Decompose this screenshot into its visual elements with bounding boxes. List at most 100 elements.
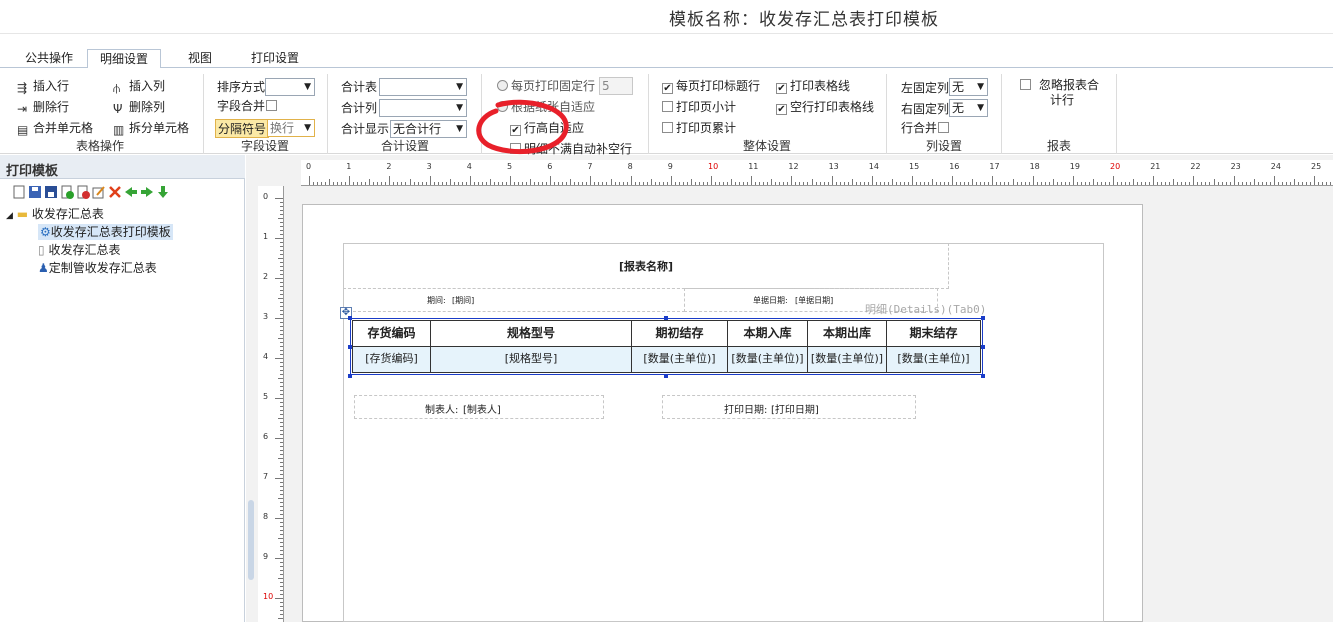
resize-handle[interactable] (348, 316, 352, 320)
edit-icon[interactable] (92, 185, 106, 199)
ruler-tick (570, 179, 572, 185)
delete-icon[interactable] (76, 185, 90, 199)
new-icon[interactable] (12, 185, 26, 199)
left-fixed-select[interactable]: 无 ▼ (949, 78, 988, 96)
insert-col-button[interactable]: ⫛ 插入列 (113, 78, 165, 94)
ruler-tick (469, 176, 471, 185)
insert-row-button[interactable]: ⇶ 插入行 (17, 78, 69, 94)
ruler-tick (1318, 182, 1320, 185)
separator-select[interactable]: 换行 ▼ (267, 119, 315, 137)
table-data-cell[interactable]: [数量(主单位)] (807, 346, 887, 373)
resize-handle[interactable] (981, 345, 985, 349)
ruler-tick (1241, 182, 1243, 185)
ruler-tick (275, 478, 283, 479)
ruler-tick (1297, 182, 1299, 185)
merge-cells-button[interactable]: ▤ 合并单元格 (17, 120, 93, 136)
close-icon[interactable] (108, 185, 122, 199)
ruler-tick (1020, 182, 1022, 185)
ruler-tick (654, 182, 656, 185)
sort-select[interactable]: ▼ (265, 78, 315, 96)
fixed-rows-radio[interactable]: 每页打印固定行 (497, 78, 595, 94)
ruler-tick (280, 370, 283, 371)
resize-handle[interactable] (981, 374, 985, 378)
tab-public-ops[interactable]: 公共操作 (18, 49, 80, 68)
ruler-tick (1036, 182, 1038, 185)
ruler-tick (280, 586, 283, 587)
delete-row-icon: ⇥ (17, 102, 28, 116)
table-data-cell[interactable]: [数量(主单位)] (886, 346, 981, 373)
collapse-icon: ◢ (6, 211, 13, 221)
title-each-page-checkbox[interactable]: ✔ 每页打印标题行 (662, 78, 760, 94)
resize-handle[interactable] (348, 345, 352, 349)
ruler-tick (863, 182, 865, 185)
save-as-icon[interactable] (44, 185, 58, 199)
doc-date-value[interactable]: [单据日期] (795, 295, 833, 306)
ruler-tick (879, 182, 881, 185)
table-header-cell[interactable]: 存货编码 (352, 320, 431, 347)
export-icon[interactable] (140, 185, 154, 199)
page-subtotal-checkbox[interactable]: 打印页小计 (662, 99, 736, 115)
ruler-label: 2 (386, 162, 392, 171)
table-header-cell[interactable]: 本期出库 (807, 320, 887, 347)
ruler-tick (538, 182, 540, 185)
total-display-select[interactable]: 无合计行 ▼ (390, 120, 467, 138)
resize-handle[interactable] (981, 316, 985, 320)
ruler-tick (417, 182, 419, 185)
tree-item-print-template[interactable]: ⚙收发存汇总表打印模板 (38, 224, 173, 240)
total-table-select[interactable]: ▼ (379, 78, 467, 96)
tab-view[interactable]: 视图 (176, 49, 224, 68)
row-merge-checkbox[interactable]: 行合并 (901, 120, 952, 136)
print-grid-checkbox[interactable]: ✔ 打印表格线 (776, 78, 850, 94)
ruler-tick (280, 306, 283, 307)
page-cumulative-checkbox[interactable]: 打印页累计 (662, 120, 736, 136)
ignore-total-checkbox[interactable]: 忽略报表合计行 (1020, 78, 1104, 108)
total-col-select[interactable]: ▼ (379, 99, 467, 117)
maker-value[interactable]: [制表人] (463, 401, 501, 416)
move-down-icon[interactable] (156, 185, 170, 199)
table-data-cell[interactable]: [数量(主单位)] (727, 346, 808, 373)
ribbon: ⇶ 插入行 ⫛ 插入列 ⇥ 删除行 Ψ 删除列 ▤ 合并单元格 ▥ 拆分单元格 表格操作 排… (0, 68, 1333, 156)
folder-icon: ▬ (16, 207, 29, 221)
ruler-tick (819, 182, 821, 185)
report-name-field[interactable]: [报表名称] (343, 258, 949, 274)
ruler-tick (280, 262, 283, 263)
print-date-value[interactable]: [打印日期] (771, 401, 819, 416)
period-band[interactable] (343, 288, 685, 312)
right-fixed-select[interactable]: 无 ▼ (949, 99, 988, 117)
period-value[interactable]: [期间] (452, 295, 474, 306)
table-header-cell[interactable]: 期初结存 (631, 320, 728, 347)
period-label: 期间: (427, 296, 446, 305)
splitter-handle[interactable] (248, 500, 254, 580)
field-merge-checkbox[interactable]: 字段合并 (217, 98, 280, 114)
blank-row-grid-checkbox[interactable]: ✔ 空行打印表格线 (776, 99, 874, 115)
ruler-label: 21 (1150, 162, 1161, 171)
ruler-tick (393, 182, 395, 185)
import-icon[interactable] (124, 185, 138, 199)
table-data-cell[interactable]: [数量(主单位)] (631, 346, 728, 373)
resize-handle[interactable] (664, 316, 668, 320)
tab-detail-settings[interactable]: 明细设置 (87, 49, 161, 69)
tree-item-custom[interactable]: ♟定制管收发存汇总表 (38, 260, 157, 276)
ruler-tick (280, 430, 283, 431)
group-title-report: 报表 (1046, 139, 1071, 153)
tree-item-summary[interactable]: ▯ 收发存汇总表 (38, 242, 120, 258)
table-header-cell[interactable]: 期末结存 (886, 320, 981, 347)
delete-row-button[interactable]: ⇥ 删除行 (17, 99, 69, 115)
table-data-cell[interactable]: [存货编码] (352, 346, 431, 373)
delete-col-button[interactable]: Ψ 删除列 (113, 99, 165, 115)
resize-handle[interactable] (348, 374, 352, 378)
table-header-cell[interactable]: 本期入库 (727, 320, 808, 347)
ruler-tick (477, 182, 479, 185)
ruler-tick (731, 179, 733, 185)
tab-print-settings[interactable]: 打印设置 (240, 49, 310, 68)
resize-handle[interactable] (664, 374, 668, 378)
table-header-cell[interactable]: 规格型号 (430, 320, 632, 347)
add-icon[interactable] (60, 185, 74, 199)
ruler-tick (827, 182, 829, 185)
split-cells-button[interactable]: ▥ 拆分单元格 (113, 120, 189, 136)
table-data-cell[interactable]: [规格型号] (430, 346, 632, 373)
fixed-rows-input[interactable]: 5 (599, 77, 633, 95)
save-icon[interactable] (28, 185, 42, 199)
ruler-tick (278, 418, 283, 419)
tree-root[interactable]: ◢ ▬ 收发存汇总表 (6, 206, 104, 224)
